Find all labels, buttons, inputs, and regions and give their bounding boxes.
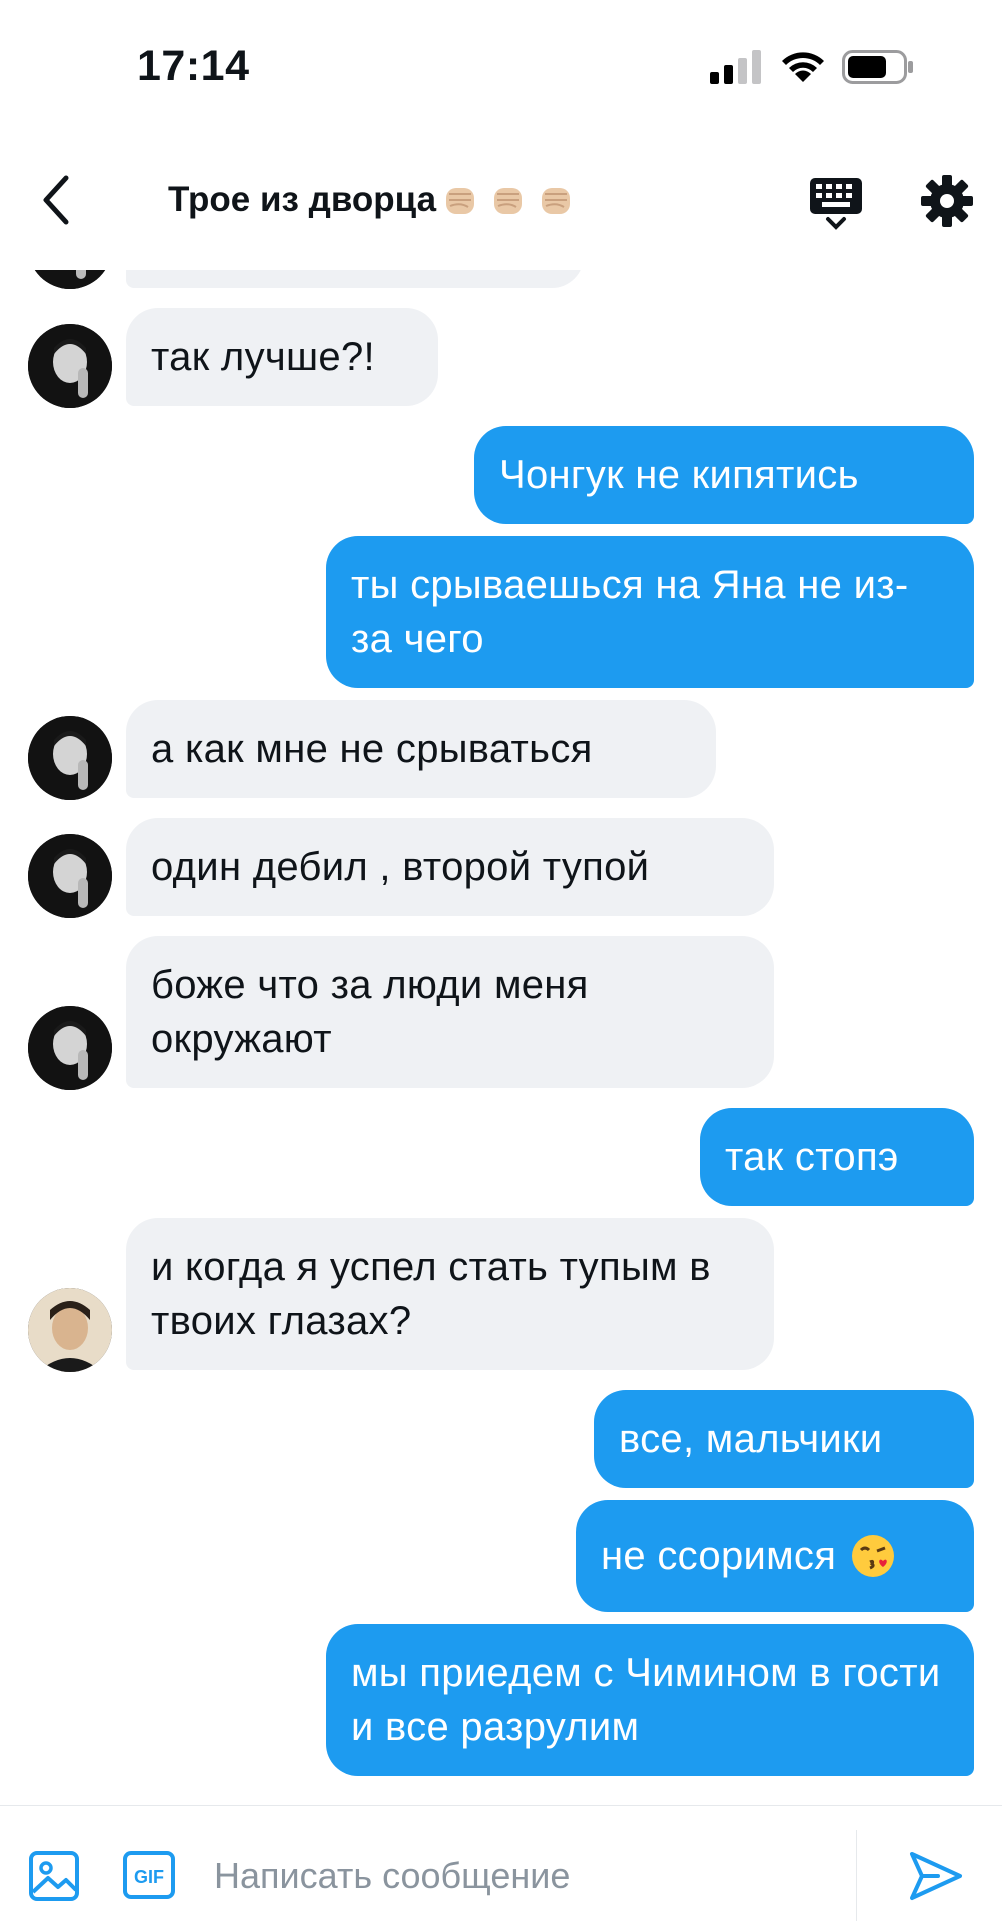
chat-header: Трое из дворца [0, 130, 1002, 270]
chevron-left-icon [43, 175, 69, 225]
add-image-button[interactable] [28, 1850, 80, 1902]
message-bubble[interactable]: не ссоримся [576, 1500, 974, 1612]
avatar[interactable] [28, 324, 112, 408]
settings-button[interactable] [920, 174, 974, 228]
message-composer: GIF [0, 1805, 1002, 1921]
message-bubble[interactable]: все, мальчики [594, 1390, 974, 1488]
gif-icon: GIF [123, 1851, 175, 1899]
message-bubble[interactable]: а как мне не срываться [126, 700, 716, 798]
message-bubble[interactable]: мы приедем с Чимином в гости и все разру… [326, 1624, 974, 1776]
message-bubble[interactable]: так лучше?! [126, 308, 438, 406]
keyboard-icon [810, 178, 862, 230]
back-button[interactable] [26, 170, 86, 230]
chat-title-text: Трое из дворца [168, 180, 437, 219]
avatar[interactable] [28, 834, 112, 918]
message-list[interactable]: так лучше?! Чонгук не кипятись ты срывае… [0, 0, 1002, 1920]
message-text: не ссоримся [601, 1534, 837, 1578]
fist-emoji-icon [494, 188, 523, 214]
fist-emoji-icon [542, 188, 571, 214]
message-bubble[interactable]: боже что за люди меня окружают [126, 936, 774, 1088]
gif-label: GIF [134, 1867, 164, 1887]
send-button[interactable] [908, 1850, 964, 1902]
keyboard-button[interactable] [806, 174, 866, 230]
composer-divider [856, 1830, 857, 1921]
message-bubble[interactable]: и когда я успел стать тупым в твоих глаз… [126, 1218, 774, 1370]
message-bubble[interactable]: так стопэ [700, 1108, 974, 1206]
chat-title[interactable]: Трое из дворца [168, 180, 576, 220]
send-icon [910, 1852, 962, 1900]
add-gif-button[interactable]: GIF [122, 1850, 176, 1900]
fist-emoji-icon [446, 188, 475, 214]
gear-icon [921, 175, 973, 227]
avatar[interactable] [28, 1006, 112, 1090]
kiss-emoji-icon [852, 1535, 895, 1577]
message-bubble[interactable]: Чонгук не кипятись [474, 426, 974, 524]
message-bubble[interactable]: один дебил , второй тупой [126, 818, 774, 916]
image-icon [29, 1851, 79, 1901]
avatar[interactable] [28, 1288, 112, 1372]
avatar[interactable] [28, 716, 112, 800]
message-input[interactable] [212, 1840, 856, 1912]
message-bubble[interactable]: ты срываешься на Яна не из-за чего [326, 536, 974, 688]
